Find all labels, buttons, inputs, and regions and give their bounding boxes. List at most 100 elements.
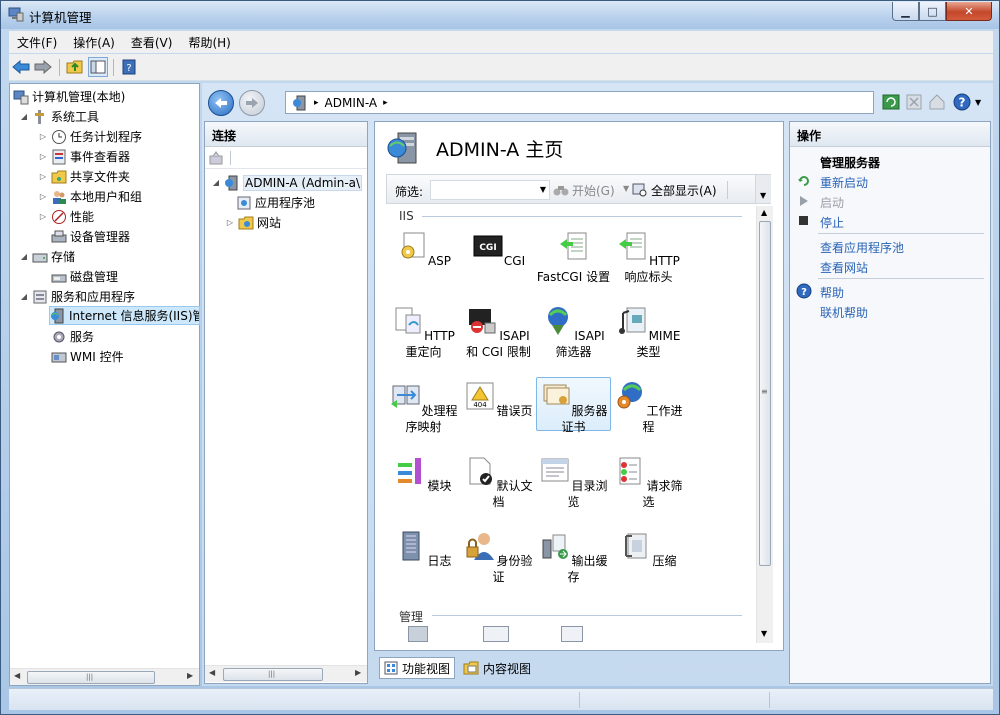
connection-app-pools[interactable]: 应用程序池	[236, 193, 315, 212]
actions-pane: 操作 管理服务器 重新启动 启动 停止 查看应用程序池 查看网站 ? 帮助 联机…	[789, 121, 991, 684]
tree-item-local-users[interactable]: ▷ 本地用户和组	[38, 187, 142, 206]
svg-text:?: ?	[126, 63, 131, 74]
actions-group-title: 管理服务器	[820, 156, 881, 170]
action-view-sites[interactable]: 查看网站	[820, 259, 868, 276]
tree-item-iis[interactable]: Internet 信息服务(IIS)管	[49, 306, 200, 325]
tree-services-apps[interactable]: ◢ 服务和应用程序	[19, 287, 135, 306]
tree-item-shared-folders[interactable]: ▷ 共享文件夹	[38, 167, 130, 186]
show-all-icon	[632, 183, 647, 197]
start-dropdown-icon[interactable]: ▼	[623, 184, 629, 193]
feature-default-document[interactable]: 默认文档	[461, 455, 536, 510]
tab-features-view[interactable]: 功能视图	[379, 657, 456, 679]
feature-isapi-filters[interactable]: ISAPI 筛选器	[536, 305, 611, 360]
feature-mime-types[interactable]: MIME 类型	[611, 305, 686, 360]
up-folder-button[interactable]	[65, 57, 85, 77]
connection-server[interactable]: ◢ ADMIN-A (Admin-a\	[211, 173, 363, 192]
feature-server-certificates[interactable]: 服务器证书	[536, 377, 611, 434]
feature-label: 日志	[427, 554, 452, 568]
close-button[interactable]: ✕	[946, 2, 992, 21]
feature-label: 压缩	[652, 554, 677, 568]
nav-back-button[interactable]	[208, 90, 234, 116]
tree-storage[interactable]: ◢ 存储	[19, 247, 75, 266]
features-vertical-scrollbar[interactable]: ▲ ≡ ▼	[756, 206, 773, 643]
feature-isapi-cgi-restrictions[interactable]: ISAPI 和 CGI 限制	[461, 305, 536, 360]
feature-http-response-headers[interactable]: HTTP 响应标头	[611, 230, 686, 285]
tree-system-tools[interactable]: ◢ 系统工具	[19, 107, 99, 126]
chevron-down-icon: ▼	[975, 97, 982, 107]
feature-http-redirect[interactable]: HTTP 重定向	[386, 305, 461, 360]
tree-item-event-viewer[interactable]: ▷ 事件查看器	[38, 147, 130, 166]
menu-bar: 文件(F) 操作(A) 查看(V) 帮助(H)	[9, 31, 993, 53]
collapse-icon[interactable]: ◢	[19, 112, 29, 121]
tree-item-performance[interactable]: ▷ 性能	[38, 207, 94, 226]
help-dropdown-button[interactable]: ? ▼	[953, 91, 987, 113]
action-restart[interactable]: 重新启动	[820, 174, 868, 191]
feature-handler-mappings[interactable]: 处理程序映射	[386, 380, 461, 435]
address-box[interactable]: ▸ ADMIN-A ▸	[285, 91, 874, 114]
feature-directory-browsing[interactable]: 目录浏览	[536, 455, 611, 510]
feature-compression[interactable]: 压缩	[611, 530, 686, 569]
action-stop[interactable]: 停止	[820, 214, 844, 231]
address-separator-icon[interactable]: ▸	[383, 98, 388, 108]
feature-error-pages[interactable]: 404 错误页	[461, 380, 536, 419]
feature-fastcgi[interactable]: FastCGI 设置	[536, 230, 611, 285]
server-large-icon	[387, 132, 417, 164]
connections-horizontal-scrollbar[interactable]: ◀ ||| ▶	[205, 665, 367, 682]
manage-feature-icon[interactable]	[483, 626, 509, 642]
action-view-app-pools[interactable]: 查看应用程序池	[820, 239, 904, 256]
maximize-button[interactable]: □	[919, 2, 946, 21]
feature-modules[interactable]: 模块	[386, 455, 461, 494]
create-connection-icon[interactable]	[209, 151, 223, 165]
feature-asp[interactable]: ASP	[386, 230, 461, 269]
feature-output-caching[interactable]: 输出缓存	[536, 530, 611, 585]
nav-forward-button[interactable]	[239, 90, 265, 116]
features-view-icon	[384, 661, 398, 675]
tab-content-view[interactable]: 内容视图	[459, 657, 535, 679]
stop-square-icon	[799, 216, 808, 225]
window-title: 计算机管理	[29, 10, 92, 25]
show-hide-tree-button[interactable]	[88, 57, 108, 77]
address-segment[interactable]: ADMIN-A	[325, 96, 378, 110]
filter-bar: 筛选: ▼ 开始(G) ▼ 全部显示(A) ▼	[386, 174, 771, 204]
action-online-help[interactable]: 联机帮助	[820, 304, 868, 321]
tree-item-label: 本地用户和组	[70, 190, 143, 204]
feature-logging[interactable]: 日志	[386, 530, 461, 569]
tree-item-wmi[interactable]: WMI 控件	[51, 347, 124, 366]
svg-text:404: 404	[474, 401, 488, 409]
tools-icon	[35, 109, 44, 124]
tree-horizontal-scrollbar[interactable]: ◀ ||| ▶	[10, 668, 199, 685]
start-button[interactable]: 开始(G)	[553, 180, 615, 200]
tree-item-device-manager[interactable]: 设备管理器	[51, 227, 130, 246]
back-button[interactable]	[11, 57, 31, 77]
filter-input[interactable]: ▼	[430, 180, 550, 200]
help-toolbar-button[interactable]: ?	[119, 57, 139, 77]
output-caching-icon	[542, 534, 569, 559]
feature-cgi[interactable]: CGI CGI	[461, 230, 536, 269]
manage-feature-icon[interactable]	[408, 626, 428, 642]
tree-root[interactable]: 计算机管理(本地)	[13, 87, 125, 106]
feature-worker-processes[interactable]: 工作进程	[611, 380, 686, 435]
cgi-icon: CGI	[473, 235, 503, 257]
manage-feature-icon[interactable]	[561, 626, 583, 642]
action-help[interactable]: 帮助	[820, 284, 844, 301]
tree-item-services[interactable]: 服务	[51, 327, 94, 346]
minimize-button[interactable]: ▁	[892, 2, 919, 21]
tree-item-label: Internet 信息服务(IIS)管	[69, 309, 200, 323]
menu-action[interactable]: 操作(A)	[65, 34, 123, 51]
refresh-icon[interactable]	[882, 94, 900, 110]
filter-overflow-button[interactable]: ▼	[755, 175, 771, 203]
forward-button[interactable]	[33, 57, 53, 77]
feature-request-filtering[interactable]: 请求筛选	[611, 455, 686, 510]
home-icon[interactable]	[928, 93, 946, 111]
tree-item-disk-management[interactable]: 磁盘管理	[51, 267, 118, 286]
connection-sites[interactable]: ▷ 网站	[225, 213, 281, 232]
menu-help[interactable]: 帮助(H)	[180, 34, 238, 51]
computer-management-icon	[13, 90, 29, 104]
menu-file[interactable]: 文件(F)	[9, 34, 65, 51]
feature-authentication[interactable]: 身份验证	[461, 530, 536, 585]
tree-item-task-scheduler[interactable]: ▷ 任务计划程序	[38, 127, 142, 146]
show-all-button[interactable]: 全部显示(A)	[632, 180, 717, 200]
menu-view[interactable]: 查看(V)	[123, 34, 181, 51]
stop-icon[interactable]	[906, 94, 922, 110]
action-start[interactable]: 启动	[820, 194, 844, 211]
